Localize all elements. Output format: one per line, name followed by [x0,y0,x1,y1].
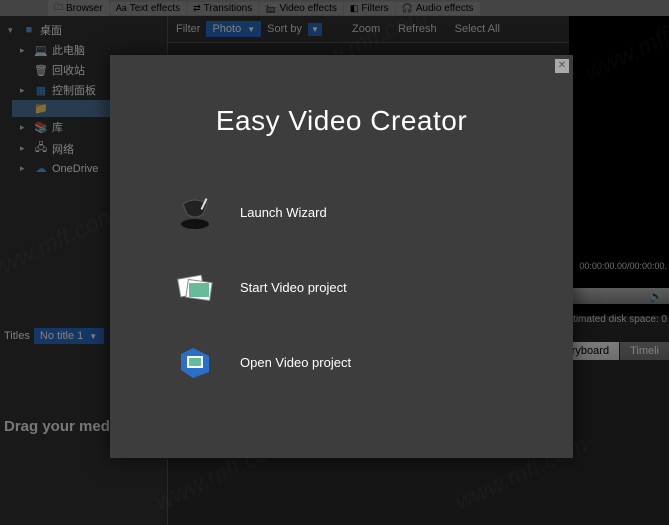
open-project-icon [175,342,215,382]
open-project-label: Open Video project [240,355,351,370]
start-project-icon [175,267,215,307]
open-project-item[interactable]: Open Video project [175,342,573,382]
launch-wizard-label: Launch Wizard [240,205,327,220]
start-project-label: Start Video project [240,280,347,295]
easy-video-creator-dialog: ✕ Easy Video Creator Launch Wizard Start… [110,55,573,458]
launch-wizard-item[interactable]: Launch Wizard [175,192,573,232]
dialog-title: Easy Video Creator [110,105,573,137]
close-button[interactable]: ✕ [555,59,569,73]
start-project-item[interactable]: Start Video project [175,267,573,307]
wizard-icon [175,192,215,232]
